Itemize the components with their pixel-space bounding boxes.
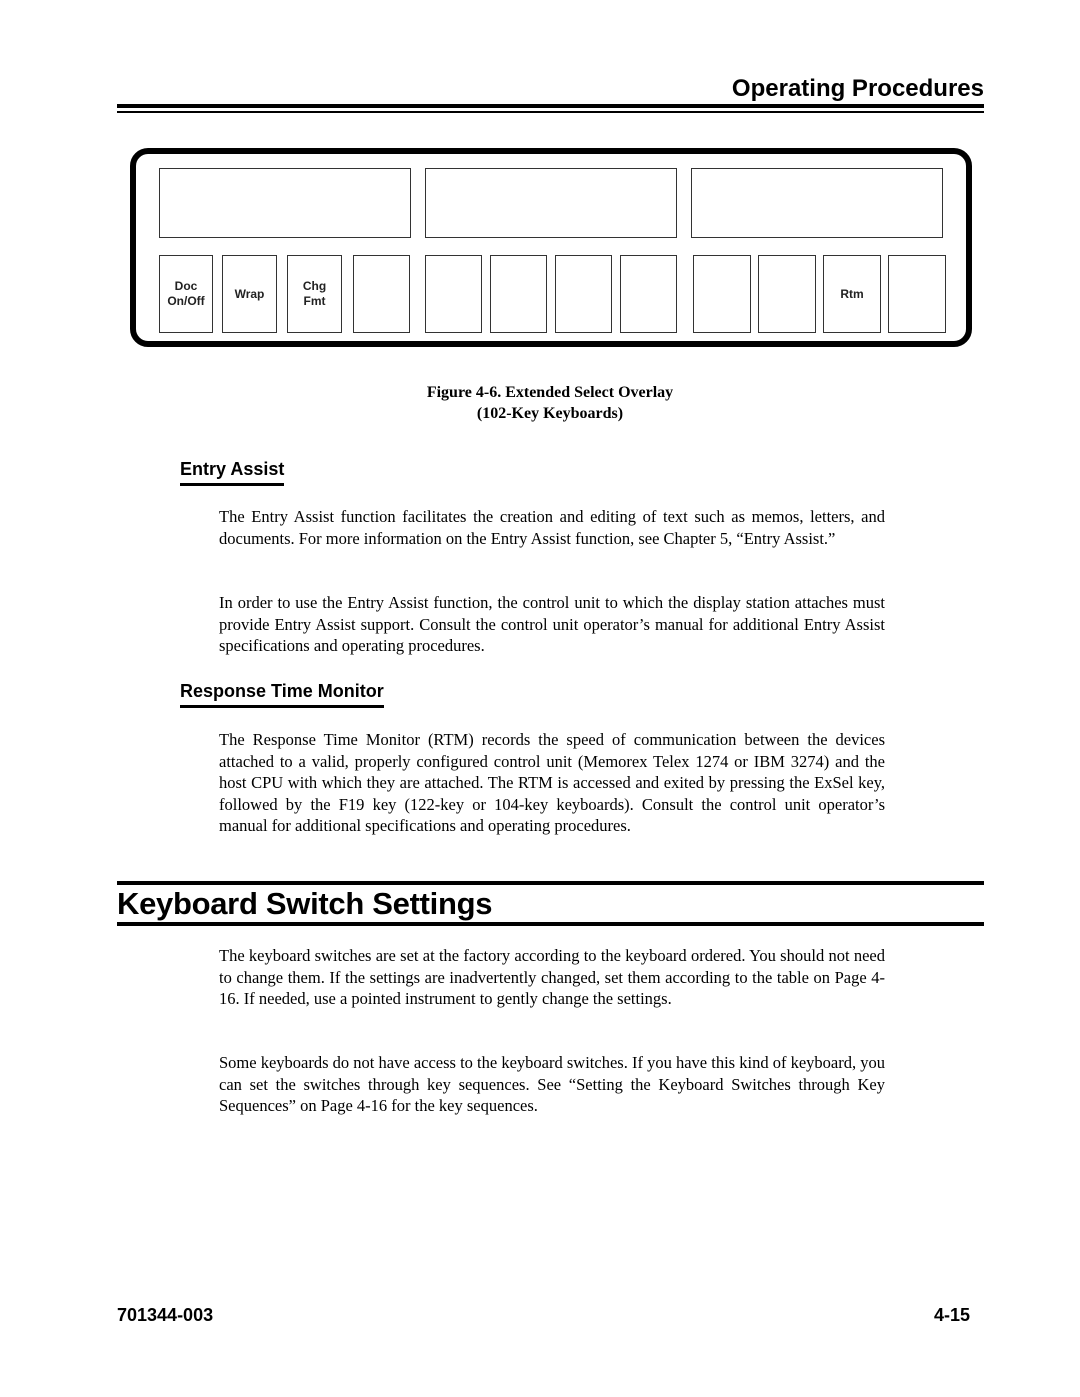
entry-assist-paragraph-1: The Entry Assist function facilitates th… (219, 507, 885, 548)
keyboard-switch-paragraph-1: The keyboard switches are set at the fac… (219, 946, 885, 1008)
overlay-key-chg-fmt: Chg Fmt (287, 255, 342, 333)
header-rule-thick (117, 104, 984, 108)
section-title: Keyboard Switch Settings (117, 886, 493, 921)
keyboard-switch-paragraph-2: Some keyboards do not have access to the… (219, 1053, 885, 1115)
overlay-key-5 (425, 255, 482, 333)
overlay-key-4 (353, 255, 410, 333)
overlay-label-area-1 (159, 168, 411, 238)
overlay-key-wrap: Wrap (222, 255, 277, 333)
overlay-label-area-3 (691, 168, 943, 238)
overlay-key-12 (888, 255, 946, 333)
key-label-line2: Fmt (303, 294, 326, 308)
figure-caption-title: Figure 4-6. Extended Select Overlay (426, 384, 674, 401)
figure-caption-subtitle: (102-Key Keyboards) (476, 405, 624, 422)
entry-assist-paragraph-2: In order to use the Entry Assist functio… (219, 593, 885, 655)
overlay-key-8 (620, 255, 677, 333)
entry-assist-heading: Entry Assist (180, 457, 285, 486)
overlay-key-rtm: Rtm (823, 255, 881, 333)
key-label-line2: On/Off (167, 294, 205, 308)
section-rule-bottom (117, 922, 984, 926)
header-rule-thin (117, 111, 984, 113)
overlay-key-9 (693, 255, 751, 333)
footer-doc-number: 701344-003 (117, 1305, 214, 1325)
key-label-line1: Doc (174, 279, 198, 293)
footer-page-number: 4-15 (933, 1305, 970, 1325)
overlay-key-10 (758, 255, 816, 333)
response-time-monitor-heading: Response Time Monitor (180, 679, 384, 708)
overlay-key-6 (490, 255, 547, 333)
key-label-line1: Rtm (840, 286, 864, 301)
overlay-key-doc-on-off: Doc On/Off (159, 255, 213, 333)
figure-caption: Figure 4-6. Extended Select Overlay (102… (300, 382, 800, 424)
key-label-line1: Wrap (234, 286, 265, 301)
response-time-monitor-paragraph: The Response Time Monitor (RTM) records … (219, 730, 885, 835)
key-label-line1: Chg (302, 279, 327, 293)
overlay-key-7 (555, 255, 612, 333)
overlay-label-area-2 (425, 168, 677, 238)
running-header-title: Operating Procedures (731, 75, 984, 102)
